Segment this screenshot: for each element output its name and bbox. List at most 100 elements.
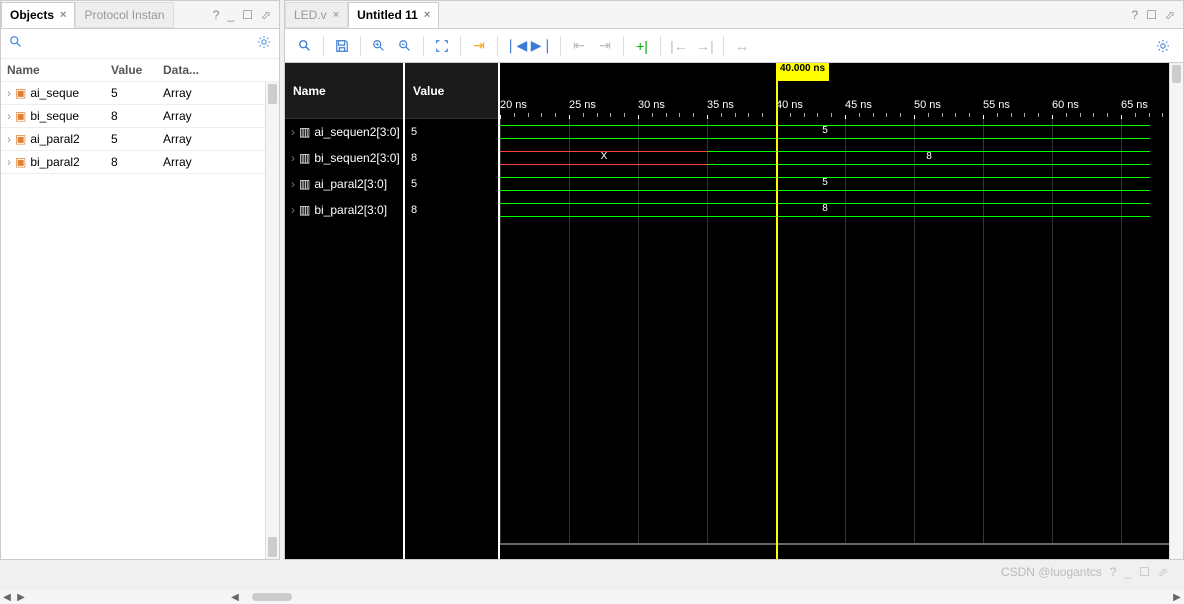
separator: [360, 36, 361, 56]
close-icon[interactable]: ×: [424, 9, 430, 21]
help-icon[interactable]: ?: [1110, 565, 1117, 579]
tab-ledv[interactable]: LED.v ×: [285, 2, 348, 28]
wave-signal-name: bi_paral2[3:0]: [314, 203, 387, 217]
bus-value: X: [500, 151, 708, 162]
expand-icon[interactable]: ›: [7, 86, 11, 100]
expand-icon[interactable]: ›: [291, 125, 295, 139]
expand-icon[interactable]: ›: [7, 132, 11, 146]
minor-tick: [1149, 113, 1150, 117]
zoom-in-icon[interactable]: [367, 34, 391, 58]
maximize-icon[interactable]: ☐: [1139, 565, 1150, 579]
minor-tick: [610, 113, 611, 117]
expand-icon[interactable]: ›: [291, 177, 295, 191]
wave-signal-value: 8: [405, 145, 498, 171]
time-tick: 50 ns: [914, 99, 941, 111]
signal-lane[interactable]: 5: [500, 171, 1183, 197]
object-row[interactable]: ›▣bi_paral2 8 Array: [1, 151, 279, 174]
wave-scrollbar-horizontal[interactable]: ◀ ▶ ◀ ▶: [0, 590, 1184, 604]
settings-gear-icon[interactable]: [1151, 34, 1175, 58]
bus-value: 8: [708, 151, 1150, 162]
search-icon[interactable]: [9, 35, 23, 52]
wave-signal-row[interactable]: ›▥bi_sequen2[3:0]: [285, 145, 403, 171]
wave-scrollbar-vertical[interactable]: [1169, 63, 1183, 559]
close-icon[interactable]: ×: [60, 9, 66, 21]
search-icon[interactable]: [293, 34, 317, 58]
signal-lane[interactable]: X8: [500, 145, 1183, 171]
separator: [560, 36, 561, 56]
minor-tick: [721, 113, 722, 117]
wave-signal-row[interactable]: ›▥ai_paral2[3:0]: [285, 171, 403, 197]
object-row[interactable]: ›▣bi_seque 8 Array: [1, 105, 279, 128]
prev-edge-icon[interactable]: ⇤: [567, 34, 591, 58]
bus-icon: ▥: [299, 125, 310, 139]
left-tabs: Objects × Protocol Instan ? _ ☐ ⬀: [1, 1, 279, 29]
minor-tick: [735, 113, 736, 117]
expand-icon[interactable]: ›: [7, 109, 11, 123]
object-row[interactable]: ›▣ai_paral2 5 Array: [1, 128, 279, 151]
waveform-plot[interactable]: 40.000 ns 20 ns25 ns30 ns35 ns40 ns45 ns…: [500, 63, 1183, 559]
go-last-icon[interactable]: ▶❘: [530, 34, 554, 58]
goto-cursor-icon[interactable]: ⇥: [467, 34, 491, 58]
next-edge-icon[interactable]: ⇥: [593, 34, 617, 58]
maximize-icon[interactable]: ☐: [242, 8, 253, 22]
go-first-icon[interactable]: ❘◀: [504, 34, 528, 58]
object-row[interactable]: ›▣ai_seque 5 Array: [1, 82, 279, 105]
signal-lane[interactable]: 5: [500, 119, 1183, 145]
save-icon[interactable]: [330, 34, 354, 58]
expand-icon[interactable]: ›: [291, 151, 295, 165]
signal-names-column: Name ›▥ai_sequen2[3:0]›▥bi_sequen2[3:0]›…: [285, 63, 405, 559]
scroll-right-icon[interactable]: ▶: [1170, 592, 1184, 603]
add-marker-icon[interactable]: +|: [630, 34, 654, 58]
time-tick: 55 ns: [983, 99, 1010, 111]
scroll-right-icon[interactable]: ▶: [14, 592, 28, 603]
popout-icon[interactable]: ⬀: [1158, 565, 1168, 579]
close-icon[interactable]: ×: [333, 9, 339, 21]
wave-signal-row[interactable]: › ▥ ai_sequen2[3:0]: [285, 119, 403, 145]
signal-lane[interactable]: 8: [500, 197, 1183, 223]
waveform-toolbar: ⇥ ❘◀ ▶❘ ⇤ ⇥ +| |← →| ↔: [285, 29, 1183, 63]
col-value-header[interactable]: Value: [111, 63, 163, 77]
swap-icon[interactable]: ↔: [730, 34, 754, 58]
tab-objects[interactable]: Objects ×: [1, 2, 75, 28]
col-name-header[interactable]: Name: [7, 63, 111, 77]
wave-signal-row[interactable]: ›▥bi_paral2[3:0]: [285, 197, 403, 223]
value-header[interactable]: Value: [405, 63, 498, 119]
name-header[interactable]: Name: [285, 63, 403, 119]
status-footer: CSDN @luogantcs ? _ ☐ ⬀: [0, 560, 1184, 584]
waveform-area: Name ›▥ai_sequen2[3:0]›▥bi_sequen2[3:0]›…: [285, 63, 1183, 559]
minor-tick: [666, 113, 667, 117]
time-tick: 30 ns: [638, 99, 665, 111]
time-ruler[interactable]: 40.000 ns 20 ns25 ns30 ns35 ns40 ns45 ns…: [500, 63, 1183, 119]
tab-untitled[interactable]: Untitled 11 ×: [348, 2, 439, 28]
col-data-header[interactable]: Data...: [163, 63, 223, 77]
cursor-time-label[interactable]: 40.000 ns: [776, 63, 829, 81]
expand-icon[interactable]: ›: [7, 155, 11, 169]
cursor-line[interactable]: [776, 63, 778, 559]
gear-icon[interactable]: [257, 35, 271, 52]
expand-icon[interactable]: ›: [291, 203, 295, 217]
maximize-icon[interactable]: ☐: [1146, 8, 1157, 22]
tab-protocol[interactable]: Protocol Instan: [75, 2, 173, 28]
signal-value: 8: [111, 155, 163, 169]
next-marker-icon[interactable]: →|: [693, 34, 717, 58]
time-tick: 20 ns: [500, 99, 527, 111]
minor-tick: [693, 113, 694, 117]
prev-marker-icon[interactable]: |←: [667, 34, 691, 58]
signal-name: bi_paral2: [30, 155, 79, 169]
minor-tick: [1080, 113, 1081, 117]
wave-signal-name: ai_sequen2[3:0]: [314, 125, 399, 139]
scroll-left-icon[interactable]: ◀: [0, 592, 14, 603]
search-input[interactable]: [29, 37, 251, 51]
signal-datatype: Array: [163, 155, 223, 169]
help-icon[interactable]: ?: [1131, 8, 1138, 22]
zoom-out-icon[interactable]: [393, 34, 417, 58]
popout-icon[interactable]: ⬀: [261, 8, 271, 22]
scrollbar-vertical[interactable]: [265, 82, 279, 559]
minor-tick: [1024, 113, 1025, 117]
popout-icon[interactable]: ⬀: [1165, 8, 1175, 22]
scroll-left-icon[interactable]: ◀: [228, 592, 242, 603]
minimize-icon[interactable]: _: [1124, 565, 1131, 579]
minimize-icon[interactable]: _: [227, 8, 234, 22]
zoom-fit-icon[interactable]: [430, 34, 454, 58]
help-icon[interactable]: ?: [213, 8, 220, 22]
